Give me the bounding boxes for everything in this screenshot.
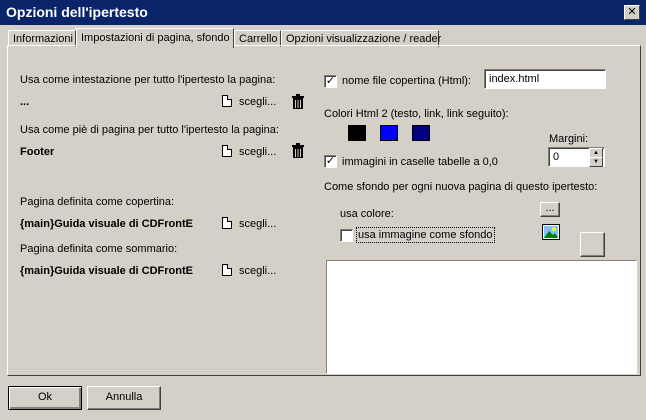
images-zero-label: immagini in caselle tabelle a 0,0: [342, 156, 498, 168]
header-choose-link[interactable]: scegli...: [239, 96, 276, 108]
close-button[interactable]: ✕: [624, 5, 640, 20]
footer-page-label: Usa come piè di pagina per tutto l'ipert…: [20, 124, 279, 136]
margins-label: Margini:: [549, 133, 589, 145]
cover-page-label: Pagina definita come copertina:: [20, 196, 175, 208]
tab-label: Impostazioni di pagina, sfondo: [81, 32, 230, 44]
button-label: Ok: [37, 391, 53, 403]
summary-choose-link[interactable]: scegli...: [239, 265, 276, 277]
background-preview: [326, 260, 637, 374]
tab-label: Carrello: [239, 33, 278, 45]
button-label: ...: [545, 202, 555, 214]
header-page-label: Usa come intestazione per tutto l'iperte…: [20, 74, 276, 86]
spin-down-button[interactable]: ▼: [589, 157, 603, 167]
footer-choose-link[interactable]: scegli...: [239, 146, 276, 158]
summary-page-label: Pagina definita come sommario:: [20, 243, 178, 255]
text-color-swatch[interactable]: [348, 125, 366, 141]
triangle-down-icon: ▼: [593, 159, 599, 165]
check-icon: ✓: [325, 155, 336, 167]
tab-label: Opzioni visualizzazione / reader: [286, 33, 442, 45]
use-color-label: usa colore:: [340, 208, 394, 220]
pick-color-button[interactable]: ...: [540, 202, 560, 217]
cancel-button[interactable]: Annulla: [87, 386, 161, 410]
use-image-checkbox[interactable]: [340, 229, 353, 242]
cover-filename-label: nome file copertina (Html):: [342, 75, 471, 87]
use-image-label: usa immagine come sfondo: [356, 227, 495, 243]
summary-page-value: {main}Guida visuale di CDFrontE: [20, 265, 193, 277]
trash-icon[interactable]: [291, 143, 305, 159]
check-icon: ✓: [325, 75, 336, 87]
cover-filename-checkbox[interactable]: ✓: [324, 75, 337, 88]
title-bar: Opzioni dell'ipertesto ✕: [0, 0, 646, 25]
header-page-value: ...: [20, 96, 30, 108]
image-select-button[interactable]: [580, 232, 605, 257]
button-label: Annulla: [105, 391, 143, 403]
close-icon: ✕: [627, 6, 637, 18]
images-zero-checkbox[interactable]: ✓: [324, 155, 337, 168]
document-icon: [222, 145, 232, 157]
window-title: Opzioni dell'ipertesto: [6, 4, 148, 20]
trash-icon[interactable]: [291, 94, 305, 110]
document-icon: [222, 264, 232, 276]
link-color-swatch[interactable]: [380, 125, 398, 141]
margins-spinner: ▲ ▼: [548, 147, 605, 167]
background-label: Come sfondo per ogni nuova pagina di que…: [324, 181, 598, 193]
tab-label: Informazioni: [13, 33, 73, 45]
footer-page-value: Footer: [20, 146, 55, 158]
html-colors-label: Colori Html 2 (testo, link, link seguito…: [324, 108, 509, 120]
cover-choose-link[interactable]: scegli...: [239, 218, 276, 230]
document-icon: [222, 217, 232, 229]
triangle-up-icon: ▲: [593, 150, 599, 156]
cover-filename-input[interactable]: [484, 69, 606, 89]
ok-button[interactable]: Ok: [8, 386, 82, 410]
tab-panel: Usa come intestazione per tutto l'iperte…: [7, 45, 641, 376]
document-icon: [222, 95, 232, 107]
tab-impostazioni-pagina[interactable]: Impostazioni di pagina, sfondo: [76, 28, 234, 48]
picture-icon[interactable]: [542, 224, 560, 240]
cover-page-value: {main}Guida visuale di CDFrontE: [20, 218, 193, 230]
visited-link-color-swatch[interactable]: [412, 125, 430, 141]
